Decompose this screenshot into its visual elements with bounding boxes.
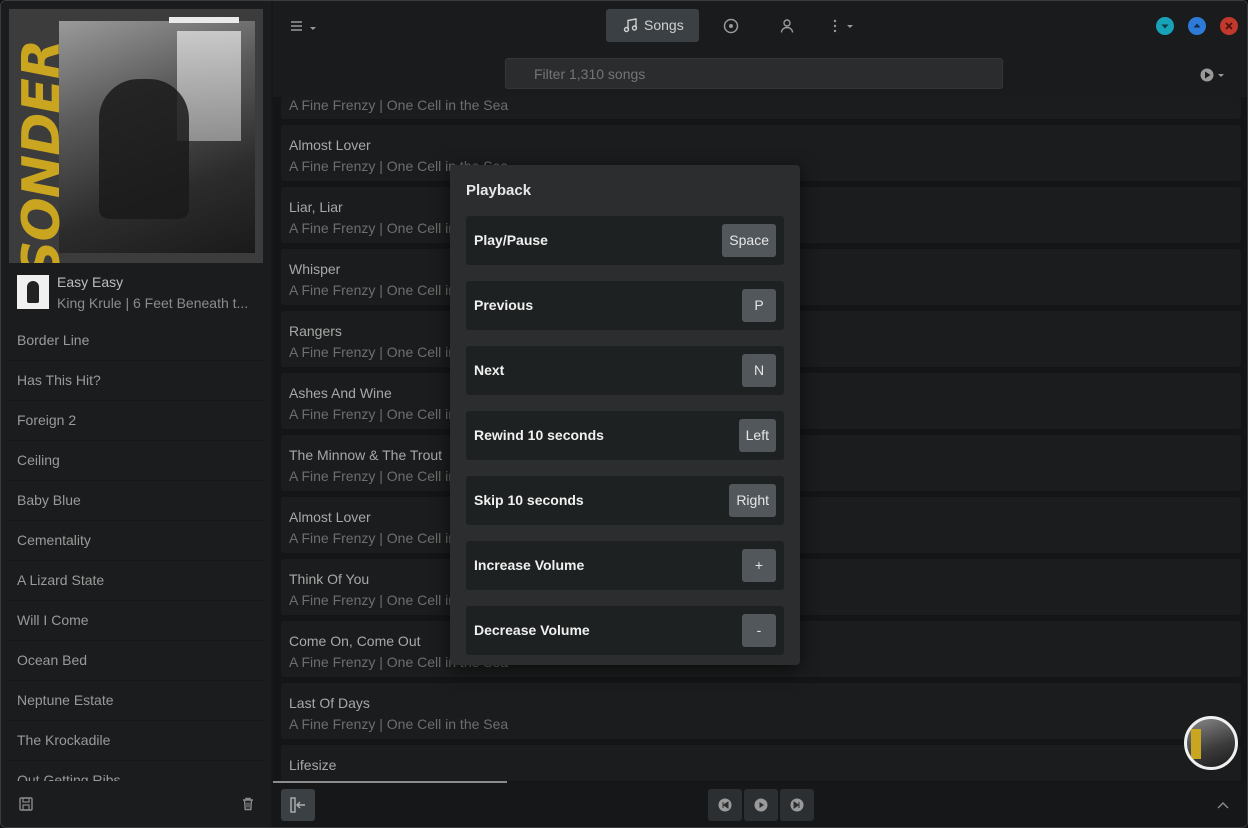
shortcut-name: Rewind 10 seconds <box>474 427 604 443</box>
song-title: Lifesize <box>289 757 337 773</box>
song-title: Almost Lover <box>289 137 371 153</box>
mini-player-art[interactable] <box>1184 716 1238 770</box>
filter-input[interactable] <box>505 58 1003 89</box>
tab-songs[interactable]: Songs <box>606 9 699 42</box>
filter-row <box>273 51 1247 97</box>
song-title: The Minnow & The Trout <box>289 447 443 463</box>
more-vertical-icon[interactable] <box>828 17 856 35</box>
song-title: Liar, Liar <box>289 199 343 215</box>
song-title: Whisper <box>289 261 341 277</box>
song-title: Come On, Come Out <box>289 633 421 649</box>
shortcut-row: Increase Volume + <box>466 541 784 590</box>
disc-icon[interactable] <box>722 17 740 35</box>
close-icon[interactable] <box>1220 17 1238 35</box>
music-note-icon <box>622 17 638 33</box>
shortcut-name: Skip 10 seconds <box>474 492 584 508</box>
song-row[interactable]: Lifesize <box>281 745 1241 781</box>
queue-item[interactable]: Has This Hit? <box>9 361 263 401</box>
queue-item[interactable]: Cementality <box>9 521 263 561</box>
shortcut-row: Play/Pause Space <box>466 216 784 265</box>
save-icon[interactable] <box>18 796 34 812</box>
album-art: SONDER <box>9 9 263 263</box>
album-photo-figure <box>99 79 189 219</box>
left-bottom-bar <box>1 781 271 827</box>
queue-item[interactable]: The Krockadile <box>9 721 263 761</box>
shortcut-name: Increase Volume <box>474 557 585 573</box>
album-art-title: SONDER <box>11 40 72 263</box>
queue-item[interactable]: Border Line <box>9 321 263 361</box>
app-window: SONDER Easy Easy King Krule | 6 Feet Ben… <box>0 0 1248 828</box>
shortcut-row: Next N <box>466 346 784 395</box>
user-icon[interactable] <box>778 17 796 35</box>
shortcut-name: Play/Pause <box>474 232 548 248</box>
maximize-icon[interactable] <box>1188 17 1206 35</box>
shortcut-key[interactable]: N <box>742 354 776 387</box>
song-artist: A Fine Frenzy | One Cell in the Sea <box>289 716 509 732</box>
skip-back-icon[interactable] <box>708 789 742 821</box>
song-artist: A Fine Frenzy | One Cell in the Sea <box>289 97 509 113</box>
song-title: Think Of You <box>289 571 370 587</box>
shortcut-key[interactable]: - <box>742 614 776 647</box>
song-title: Ashes And Wine <box>289 385 392 401</box>
trash-icon[interactable] <box>240 796 256 812</box>
modal-title: Playback <box>466 182 532 199</box>
song-row[interactable]: A Fine Frenzy | One Cell in the Sea <box>281 97 1241 119</box>
transport-controls <box>708 789 814 821</box>
bottom-bar <box>273 783 1247 827</box>
shortcut-key[interactable]: Left <box>738 419 776 452</box>
album-art-bar <box>169 17 239 23</box>
now-playing-thumbnail <box>17 275 49 309</box>
shortcut-key[interactable]: P <box>742 289 776 322</box>
now-playing-artist: King Krule | 6 Feet Beneath t... <box>57 295 249 311</box>
shortcut-name: Next <box>474 362 505 378</box>
shortcut-row: Rewind 10 seconds Left <box>466 411 784 460</box>
shortcut-key[interactable]: + <box>742 549 776 582</box>
top-bar: Songs <box>273 1 1247 51</box>
skip-forward-icon[interactable] <box>780 789 814 821</box>
shortcut-row: Skip 10 seconds Right <box>466 476 784 525</box>
queue-list: Border Line Has This Hit? Foreign 2 Ceiling… <box>9 321 263 801</box>
shortcuts-modal: Playback Play/Pause Space Previous P Next N Re… <box>450 165 800 665</box>
now-playing-title: Easy Easy <box>57 274 124 290</box>
left-panel: SONDER Easy Easy King Krule | 6 Feet Ben… <box>1 1 271 827</box>
song-title: Last Of Days <box>289 695 370 711</box>
queue-item[interactable]: Neptune Estate <box>9 681 263 721</box>
minimize-icon[interactable] <box>1156 17 1174 35</box>
queue-item[interactable]: Baby Blue <box>9 481 263 521</box>
queue-item[interactable]: Will I Come <box>9 601 263 641</box>
shortcut-row: Decrease Volume - <box>466 606 784 655</box>
song-title: Rangers <box>289 323 342 339</box>
shortcut-row: Previous P <box>466 281 784 330</box>
song-row[interactable]: Last Of Days A Fine Frenzy | One Cell in … <box>281 683 1241 739</box>
now-playing[interactable]: Easy Easy King Krule | 6 Feet Beneath t.… <box>9 267 263 317</box>
play-icon[interactable] <box>744 789 778 821</box>
collapse-panel-button[interactable] <box>281 789 315 821</box>
menu-button[interactable] <box>287 15 317 37</box>
queue-item[interactable]: Foreign 2 <box>9 401 263 441</box>
shortcut-name: Previous <box>474 297 534 313</box>
song-title: Almost Lover <box>289 509 371 525</box>
queue-item[interactable]: Ceiling <box>9 441 263 481</box>
shortcut-key[interactable]: Space <box>722 224 776 257</box>
shortcut-name: Decrease Volume <box>474 622 590 638</box>
queue-item[interactable]: Ocean Bed <box>9 641 263 681</box>
queue-item[interactable]: A Lizard State <box>9 561 263 601</box>
tab-songs-label: Songs <box>644 17 684 33</box>
chevron-up-icon[interactable] <box>1215 797 1231 813</box>
shortcut-key[interactable]: Right <box>729 484 776 517</box>
play-circle-icon[interactable] <box>1199 66 1227 84</box>
